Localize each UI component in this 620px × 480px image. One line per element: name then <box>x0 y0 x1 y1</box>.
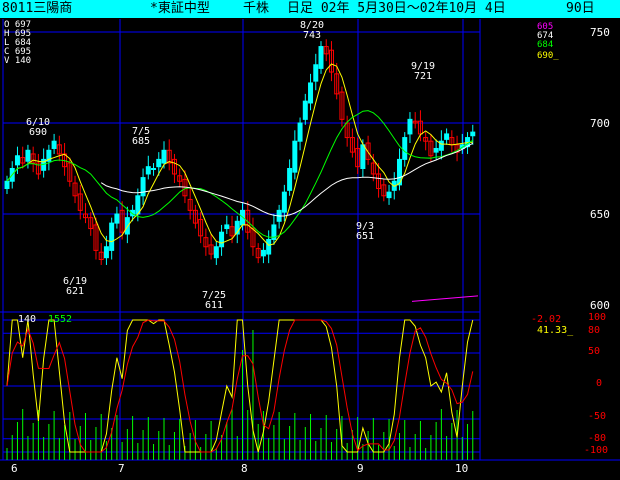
osc-tick-50: 50 <box>588 346 601 357</box>
month-tick-7: 7 <box>118 462 125 475</box>
candle-body <box>151 168 157 170</box>
candle-body <box>161 149 167 164</box>
candle-body <box>145 166 151 175</box>
annotation-7-25: 7/25 611 <box>201 290 227 311</box>
osc-tick-minus100: -100 <box>584 445 609 456</box>
month-tick-9: 9 <box>357 462 364 475</box>
candle-body <box>313 64 319 82</box>
candle-body <box>103 246 109 259</box>
candle-body <box>260 249 266 257</box>
month-tick-10: 10 <box>455 462 469 475</box>
indicator-value-2: 1552 <box>48 314 73 325</box>
candle-body <box>444 133 450 140</box>
candle-body <box>266 238 272 255</box>
candle-body <box>224 224 230 230</box>
candle-body <box>156 158 162 168</box>
candle-body <box>292 140 298 173</box>
legend-value-green: 684 <box>537 40 554 50</box>
oscillator-red-value: -2.02 <box>531 314 562 325</box>
osc-tick-100: 100 <box>588 312 607 323</box>
candle-body <box>297 122 303 142</box>
annotation-8-20: 8/20 743 <box>299 20 325 41</box>
legend-value-yellow: 690_ <box>537 51 559 61</box>
month-tick-6: 6 <box>11 462 18 475</box>
candle-body <box>407 118 413 135</box>
ma-long-line <box>100 142 474 217</box>
candle-body <box>281 191 287 213</box>
ma-extra-line <box>411 295 479 302</box>
month-tick-8: 8 <box>241 462 248 475</box>
candle-body <box>308 82 314 104</box>
osc-tick-80: 80 <box>588 325 601 336</box>
oscillator-yellow-value: 41.33_ <box>537 325 574 336</box>
indicator-volume-value: 140 <box>18 314 37 325</box>
candle-body <box>114 213 120 224</box>
volume-readout: V 140 <box>4 56 32 66</box>
candle-body <box>51 140 57 149</box>
osc-tick-minus80: -80 <box>588 433 607 444</box>
annotation-9-3: 9/3 651 <box>355 221 375 242</box>
annotation-6-19: 6/19 621 <box>62 276 88 297</box>
annotation-6-10: 6/10 690 <box>25 117 51 138</box>
candle-body <box>318 46 324 69</box>
candle-body <box>25 149 31 162</box>
candle-body <box>402 137 408 160</box>
candle-body <box>219 231 225 248</box>
price-tick-700: 700 <box>590 117 610 130</box>
candle-body <box>4 180 10 190</box>
osc-tick-0: 0 <box>596 378 603 389</box>
candle-body <box>287 168 293 191</box>
annotation-7-5: 7/5 685 <box>131 126 151 147</box>
candle-body <box>386 191 392 199</box>
candle-body <box>360 144 366 169</box>
price-tick-650: 650 <box>590 208 610 221</box>
candle-body <box>109 222 115 251</box>
candle-body <box>124 217 130 235</box>
candle-body <box>213 246 219 259</box>
candle-body <box>470 131 476 137</box>
price-tick-600: 600 <box>590 299 610 312</box>
osc-tick-minus50: -50 <box>588 411 607 422</box>
stock-chart[interactable] <box>0 0 620 480</box>
candle-body <box>433 147 439 153</box>
candle-body <box>140 177 146 197</box>
annotation-9-19: 9/19 721 <box>410 61 436 82</box>
candle-body <box>302 100 308 120</box>
candle-body <box>14 155 20 166</box>
price-tick-750: 750 <box>590 26 610 39</box>
